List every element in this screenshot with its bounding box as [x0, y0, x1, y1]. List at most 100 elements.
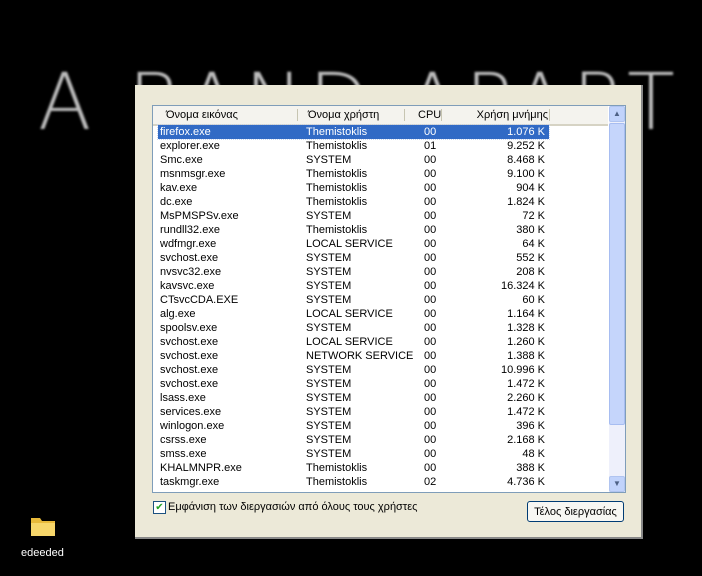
user-name: SYSTEM: [306, 322, 352, 334]
memory-usage: 72 K: [522, 210, 545, 222]
cpu-usage: 01: [424, 140, 437, 152]
table-row[interactable]: taskmgr.exe Themistoklis 02 4.736 K: [158, 475, 549, 489]
user-name: SYSTEM: [306, 210, 352, 222]
memory-usage: 1.472 K: [507, 406, 545, 418]
user-name: SYSTEM: [306, 420, 352, 432]
user-name: LOCAL SERVICE: [306, 308, 393, 320]
vertical-scrollbar[interactable]: ▲ ▼: [609, 106, 625, 492]
process-name: Smc.exe: [160, 154, 203, 166]
user-name: Themistoklis: [306, 126, 368, 138]
cpu-usage: 00: [424, 196, 437, 208]
scroll-up-icon[interactable]: ▲: [609, 106, 625, 122]
cpu-usage: 00: [424, 462, 437, 474]
process-name: kav.exe: [160, 182, 198, 194]
folder-icon[interactable]: [30, 515, 56, 537]
user-name: Themistoklis: [306, 462, 368, 474]
table-row[interactable]: KHALMNPR.exe Themistoklis 00 388 K: [158, 461, 549, 475]
user-name: Themistoklis: [306, 168, 368, 180]
scroll-down-icon[interactable]: ▼: [609, 476, 625, 492]
user-name: SYSTEM: [306, 280, 352, 292]
memory-usage: 64 K: [522, 238, 545, 250]
memory-usage: 904 K: [516, 182, 545, 194]
memory-usage: 2.168 K: [507, 434, 545, 446]
table-row[interactable]: svchost.exe SYSTEM 00 1.472 K: [158, 377, 549, 391]
checkmark-icon: ✔: [155, 502, 164, 513]
table-row[interactable]: kavsvc.exe SYSTEM 00 16.324 K: [158, 279, 549, 293]
cpu-usage: 00: [424, 266, 437, 278]
table-row[interactable]: msnmsgr.exe Themistoklis 00 9.100 K: [158, 167, 549, 181]
table-row[interactable]: explorer.exe Themistoklis 01 9.252 K: [158, 139, 549, 153]
cpu-usage: 00: [424, 252, 437, 264]
process-name: spoolsv.exe: [160, 322, 218, 334]
memory-usage: 1.328 K: [507, 322, 545, 334]
table-row[interactable]: svchost.exe SYSTEM 00 10.996 K: [158, 363, 549, 377]
process-name: services.exe: [160, 406, 222, 418]
table-row[interactable]: CTsvcCDA.EXE SYSTEM 00 60 K: [158, 293, 549, 307]
table-row[interactable]: services.exe SYSTEM 00 1.472 K: [158, 405, 549, 419]
process-name: svchost.exe: [160, 378, 219, 390]
column-image-name[interactable]: Όνομα εικόνας: [166, 109, 238, 121]
process-name: rundll32.exe: [160, 224, 220, 236]
table-row[interactable]: nvsvc32.exe SYSTEM 00 208 K: [158, 265, 549, 279]
process-name: wdfmgr.exe: [160, 238, 217, 250]
table-row[interactable]: alg.exe LOCAL SERVICE 00 1.164 K: [158, 307, 549, 321]
table-row[interactable]: spoolsv.exe SYSTEM 00 1.328 K: [158, 321, 549, 335]
column-memory[interactable]: Χρήση μνήμης: [477, 109, 548, 121]
process-name: nvsvc32.exe: [160, 266, 222, 278]
table-row[interactable]: winlogon.exe SYSTEM 00 396 K: [158, 419, 549, 433]
show-all-users-label[interactable]: Εμφάνιση των διεργασιών από όλους τους χ…: [168, 501, 417, 513]
memory-usage: 48 K: [522, 448, 545, 460]
table-row[interactable]: dc.exe Themistoklis 00 1.824 K: [158, 195, 549, 209]
table-row[interactable]: svchost.exe NETWORK SERVICE 00 1.388 K: [158, 349, 549, 363]
table-row[interactable]: csrss.exe SYSTEM 00 2.168 K: [158, 433, 549, 447]
user-name: Themistoklis: [306, 476, 368, 488]
process-list[interactable]: Όνομα εικόνας Όνομα χρήστη CPU Χρήση μνή…: [152, 105, 626, 493]
process-name: lsass.exe: [160, 392, 206, 404]
table-row[interactable]: smss.exe SYSTEM 00 48 K: [158, 447, 549, 461]
process-name: svchost.exe: [160, 364, 219, 376]
process-name: dc.exe: [160, 196, 193, 208]
table-row[interactable]: firefox.exe Themistoklis 00 1.076 K: [157, 124, 550, 140]
memory-usage: 16.324 K: [500, 280, 545, 292]
table-row[interactable]: rundll32.exe Themistoklis 00 380 K: [158, 223, 549, 237]
column-cpu[interactable]: CPU: [418, 109, 441, 121]
cpu-usage: 00: [424, 126, 437, 138]
show-all-users-checkbox[interactable]: ✔: [153, 501, 166, 514]
memory-usage: 9.252 K: [507, 140, 545, 152]
cpu-usage: 00: [424, 210, 437, 222]
user-name: Themistoklis: [306, 182, 368, 194]
table-row[interactable]: svchost.exe SYSTEM 00 552 K: [158, 251, 549, 265]
memory-usage: 9.100 K: [507, 168, 545, 180]
cpu-usage: 00: [424, 350, 437, 362]
memory-usage: 208 K: [516, 266, 545, 278]
column-user-name[interactable]: Όνομα χρήστη: [308, 109, 379, 121]
cpu-usage: 00: [424, 168, 437, 180]
end-process-button[interactable]: Τέλος διεργασίας: [527, 501, 624, 522]
table-row[interactable]: Smc.exe SYSTEM 00 8.468 K: [158, 153, 549, 167]
table-row[interactable]: MsPMSPSv.exe SYSTEM 00 72 K: [158, 209, 549, 223]
cpu-usage: 00: [424, 182, 437, 194]
cpu-usage: 00: [424, 224, 437, 236]
process-name: CTsvcCDA.EXE: [160, 294, 239, 306]
table-row[interactable]: svchost.exe LOCAL SERVICE 00 1.260 K: [158, 335, 549, 349]
cpu-usage: 00: [424, 154, 437, 166]
process-name: smss.exe: [160, 448, 207, 460]
table-row[interactable]: kav.exe Themistoklis 00 904 K: [158, 181, 549, 195]
user-name: Themistoklis: [306, 224, 368, 236]
memory-usage: 1.260 K: [507, 336, 545, 348]
desktop-icon-label[interactable]: edeeded: [21, 547, 64, 559]
scroll-thumb[interactable]: [609, 123, 625, 425]
memory-usage: 1.824 K: [507, 196, 545, 208]
user-name: SYSTEM: [306, 392, 352, 404]
user-name: SYSTEM: [306, 406, 352, 418]
user-name: Themistoklis: [306, 196, 368, 208]
table-row[interactable]: lsass.exe SYSTEM 00 2.260 K: [158, 391, 549, 405]
cpu-usage: 00: [424, 406, 437, 418]
cpu-usage: 00: [424, 448, 437, 460]
table-row[interactable]: wdfmgr.exe LOCAL SERVICE 00 64 K: [158, 237, 549, 251]
memory-usage: 8.468 K: [507, 154, 545, 166]
memory-usage: 1.164 K: [507, 308, 545, 320]
user-name: Themistoklis: [306, 140, 368, 152]
user-name: SYSTEM: [306, 364, 352, 376]
memory-usage: 552 K: [516, 252, 545, 264]
